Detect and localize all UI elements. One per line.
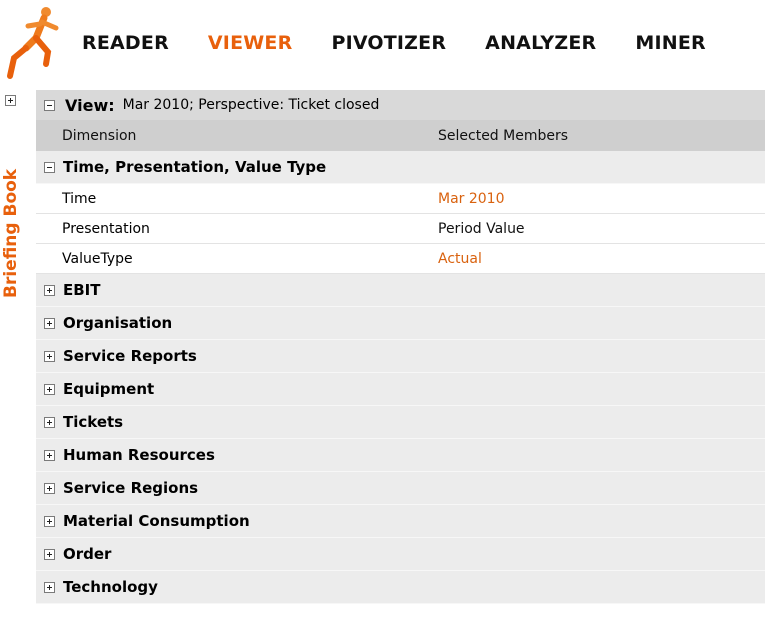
nav-pivotizer[interactable]: PIVOTIZER [331, 32, 446, 54]
plus-box-icon[interactable] [44, 548, 55, 560]
plus-box-icon[interactable] [44, 350, 55, 362]
group-label: Organisation [63, 314, 173, 332]
plus-box-icon[interactable] [5, 95, 16, 106]
column-header: Dimension Selected Members [36, 120, 765, 151]
minus-box-icon[interactable] [44, 161, 55, 173]
plus-box-icon[interactable] [44, 449, 55, 461]
group-order[interactable]: Order [36, 538, 765, 571]
plus-box-icon[interactable] [44, 317, 55, 329]
plus-box-icon[interactable] [44, 482, 55, 494]
group-material-consumption[interactable]: Material Consumption [36, 505, 765, 538]
member-row-time: Time Mar 2010 [36, 184, 765, 214]
group-equipment[interactable]: Equipment [36, 373, 765, 406]
member-dimension: Presentation [62, 220, 150, 237]
plus-box-icon[interactable] [44, 383, 55, 395]
group-label: Material Consumption [63, 512, 250, 530]
group-label: Order [63, 545, 112, 563]
briefing-book-label[interactable]: Briefing Book [1, 169, 21, 298]
app-header: READER VIEWER PIVOTIZER ANALYZER MINER [0, 0, 765, 88]
column-selected-members: Selected Members [438, 127, 569, 144]
group-label: Equipment [63, 380, 155, 398]
plus-box-icon[interactable] [44, 284, 55, 296]
runner-logo-icon [7, 7, 59, 79]
view-title: View: [65, 95, 115, 115]
group-label: Time, Presentation, Value Type [63, 158, 327, 176]
group-technology[interactable]: Technology [36, 571, 765, 604]
group-label: Human Resources [63, 446, 215, 464]
group-tickets[interactable]: Tickets [36, 406, 765, 439]
group-organisation[interactable]: Organisation [36, 307, 765, 340]
group-service-regions[interactable]: Service Regions [36, 472, 765, 505]
member-row-valuetype: ValueType Actual [36, 244, 765, 274]
group-service-reports[interactable]: Service Reports [36, 340, 765, 373]
member-value-link[interactable]: Actual [438, 251, 765, 267]
group-label: EBIT [63, 281, 101, 299]
member-dimension: Time [62, 190, 97, 207]
group-label: Technology [63, 578, 158, 596]
plus-box-icon[interactable] [44, 515, 55, 527]
nav-viewer[interactable]: VIEWER [208, 32, 293, 54]
main-nav: READER VIEWER PIVOTIZER ANALYZER MINER [82, 32, 706, 54]
view-description: Mar 2010; Perspective: Ticket closed [122, 97, 380, 113]
group-label: Service Regions [63, 479, 199, 497]
view-header: View: Mar 2010; Perspective: Ticket clos… [36, 90, 765, 120]
group-human-resources[interactable]: Human Resources [36, 439, 765, 472]
view-panel: View: Mar 2010; Perspective: Ticket clos… [36, 90, 765, 604]
column-dimension: Dimension [62, 127, 137, 144]
group-label: Tickets [63, 413, 124, 431]
member-dimension: ValueType [62, 250, 133, 267]
member-value: Period Value [438, 220, 525, 237]
briefing-book-strip: Briefing Book [0, 90, 26, 630]
nav-miner[interactable]: MINER [635, 32, 706, 54]
plus-box-icon[interactable] [44, 581, 55, 593]
member-row-presentation: Presentation Period Value [36, 214, 765, 244]
group-ebit[interactable]: EBIT [36, 274, 765, 307]
group-time-presentation-valuetype[interactable]: Time, Presentation, Value Type [36, 151, 765, 184]
nav-analyzer[interactable]: ANALYZER [485, 32, 596, 54]
group-label: Service Reports [63, 347, 197, 365]
nav-reader[interactable]: READER [82, 32, 169, 54]
plus-box-icon[interactable] [44, 416, 55, 428]
member-value-link[interactable]: Mar 2010 [438, 191, 765, 207]
minus-box-icon[interactable] [44, 99, 55, 111]
